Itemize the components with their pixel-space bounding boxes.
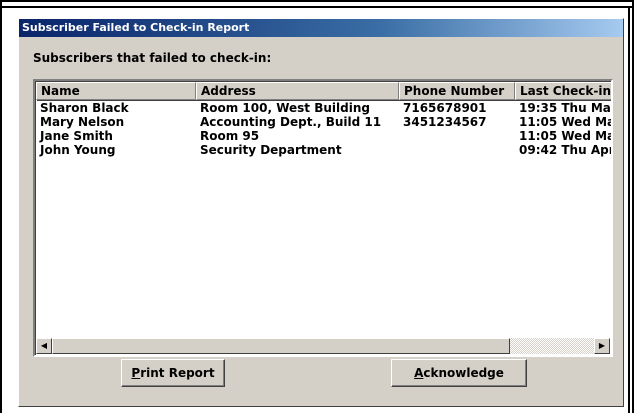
column-header-name[interactable]: Name bbox=[36, 82, 196, 100]
table-row[interactable]: Sharon Black Room 100, West Building 716… bbox=[36, 101, 613, 115]
cell-name: Sharon Black bbox=[40, 101, 129, 115]
ack-mnemonic: A bbox=[414, 366, 424, 380]
dialog-title-bar[interactable]: Subscriber Failed to Check-in Report bbox=[19, 19, 623, 37]
dialog-title: Subscriber Failed to Check-in Report bbox=[22, 21, 250, 34]
cell-phone: 3451234567 bbox=[403, 115, 487, 129]
list-rows: Sharon Black Room 100, West Building 716… bbox=[36, 101, 613, 157]
cell-name: Mary Nelson bbox=[40, 115, 125, 129]
cell-phone bbox=[399, 143, 515, 157]
cell-name: Jane Smith bbox=[40, 129, 113, 143]
list-header: Name Address Phone Number Last Check-in bbox=[36, 82, 611, 100]
print-report-button[interactable]: Print Report bbox=[121, 359, 225, 387]
table-row[interactable]: Mary Nelson Accounting Dept., Build 11 3… bbox=[36, 115, 613, 129]
cell-last-checkin: 11:05 Wed Ma bbox=[519, 129, 613, 143]
cell-address: Security Department bbox=[200, 143, 342, 157]
cell-address: Room 95 bbox=[200, 129, 260, 143]
column-header-last-checkin[interactable]: Last Check-in bbox=[515, 82, 611, 100]
outer-frame-top bbox=[0, 0, 634, 2]
column-header-address[interactable]: Address bbox=[196, 82, 399, 100]
outer-frame-right-inner bbox=[628, 8, 630, 413]
outer-frame-left bbox=[0, 0, 2, 413]
subscriber-list[interactable]: Name Address Phone Number Last Check-in … bbox=[33, 79, 613, 357]
scroll-right-icon[interactable]: ▶ bbox=[594, 338, 610, 354]
report-dialog: Subscriber Failed to Check-in Report Sub… bbox=[18, 18, 624, 407]
table-row[interactable]: Jane Smith Room 95 11:05 Wed Ma bbox=[36, 129, 613, 143]
outer-frame-top-inner bbox=[0, 6, 634, 8]
print-mnemonic: P bbox=[131, 366, 141, 380]
horizontal-scrollbar[interactable]: ◀ ▶ bbox=[36, 338, 610, 354]
cell-address: Accounting Dept., Build 11 bbox=[200, 115, 382, 129]
subscribers-label: Subscribers that failed to check-in: bbox=[33, 51, 272, 65]
ack-label: cknowledge bbox=[423, 366, 504, 380]
cell-address: Room 100, West Building bbox=[200, 101, 370, 115]
cell-phone bbox=[399, 129, 515, 143]
cell-last-checkin: 11:05 Wed Ma bbox=[519, 115, 613, 129]
cell-name: John Young bbox=[40, 143, 116, 157]
acknowledge-button[interactable]: Acknowledge bbox=[391, 359, 527, 387]
scroll-left-icon[interactable]: ◀ bbox=[36, 338, 52, 354]
cell-phone: 7165678901 bbox=[403, 101, 487, 115]
column-header-phone[interactable]: Phone Number bbox=[399, 82, 515, 100]
cell-last-checkin: 09:42 Thu Apr bbox=[519, 143, 613, 157]
table-row[interactable]: John Young Security Department 09:42 Thu… bbox=[36, 143, 613, 157]
scrollbar-thumb[interactable] bbox=[52, 338, 510, 354]
cell-last-checkin: 19:35 Thu Mar bbox=[519, 101, 613, 115]
print-label: rint Report bbox=[140, 366, 215, 380]
